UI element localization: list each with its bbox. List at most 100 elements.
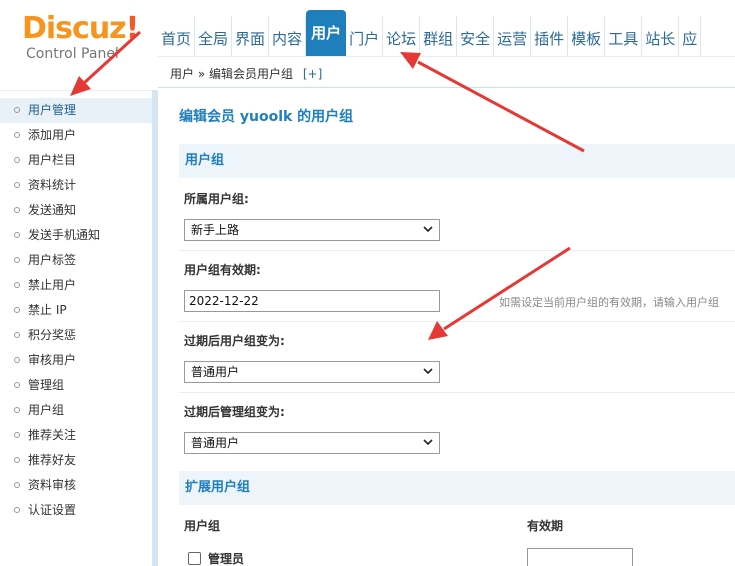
topnav-item[interactable]: 工具 [605, 16, 643, 56]
expiry-label: 用户组有效期: [184, 263, 261, 277]
topnav-item[interactable]: 运营 [494, 16, 532, 56]
sidebar-item[interactable]: 管理组 [0, 373, 152, 398]
sidebar-item[interactable]: 用户管理 [0, 98, 152, 123]
bullet-icon [14, 132, 20, 138]
topnav-item[interactable]: 内容 [269, 16, 307, 56]
bullet-icon [14, 507, 20, 513]
section-extended-header: 扩展用户组 [179, 471, 735, 505]
sidebar-item-label: 添加用户 [28, 128, 77, 142]
topnav-item[interactable]: 应 [679, 16, 702, 56]
sidebar-item-label: 禁止用户 [28, 278, 77, 292]
bullet-icon [14, 207, 20, 213]
expiry-hint: 如需设定当前用户组的有效期，请输入用户组 [499, 296, 719, 309]
sidebar-item[interactable]: 禁止 IP [0, 298, 152, 323]
sidebar-item[interactable]: 推荐好友 [0, 448, 152, 473]
sidebar-item-label: 发送手机通知 [28, 228, 101, 242]
bullet-icon [14, 457, 20, 463]
sidebar-item-label: 用户管理 [28, 103, 77, 117]
sidebar-item[interactable]: 添加用户 [0, 123, 152, 148]
after-expiry-admin-label: 过期后管理组变为: [184, 405, 285, 419]
after-expiry-group-select[interactable]: 普通用户 [184, 361, 440, 383]
topnav-item[interactable]: 模板 [568, 16, 606, 56]
usergroup-select-value: 新手上路 [191, 223, 240, 237]
sidebar-item[interactable]: 禁止用户 [0, 273, 152, 298]
sidebar-item[interactable]: 发送通知 [0, 198, 152, 223]
row-divider [179, 321, 735, 322]
sidebar-item[interactable]: 资料审核 [0, 473, 152, 498]
after-expiry-admin-select[interactable]: 普通用户 [184, 432, 440, 454]
breadcrumb-add-shortcut[interactable]: [+] [303, 67, 322, 81]
discuz-logo[interactable]: Discuz! Control Panel [22, 11, 139, 68]
sidebar-item[interactable]: 资料统计 [0, 173, 152, 198]
bullet-icon [14, 407, 20, 413]
ext-col-validity: 有效期 [527, 519, 564, 533]
logo-brand: Discuz! [22, 11, 139, 46]
ext-col-usergroup: 用户组 [184, 519, 221, 533]
bullet-icon [14, 182, 20, 188]
breadcrumb-bar: 用户 » 编辑会员用户组 [+] [158, 56, 735, 88]
chevron-down-icon [423, 368, 433, 375]
sidebar-item[interactable]: 用户标签 [0, 248, 152, 273]
sidebar-item[interactable]: 审核用户 [0, 348, 152, 373]
sidebar-item-label: 禁止 IP [28, 303, 67, 317]
topnav-item[interactable]: 论坛 [383, 16, 421, 56]
sidebar: 用户管理添加用户用户栏目资料统计发送通知发送手机通知 用户标签禁止用户禁止 IP 积… [0, 90, 152, 566]
sidebar-item[interactable]: 用户组 [0, 398, 152, 423]
bullet-icon [14, 257, 20, 263]
page-title: 编辑会员 yuoolk 的用户组 [179, 109, 354, 125]
sidebar-item-label: 资料审核 [28, 478, 77, 492]
breadcrumb-root[interactable]: 用户 [170, 67, 194, 81]
after-expiry-group-label: 过期后用户组变为: [184, 334, 285, 348]
topnav-item[interactable]: 全局 [195, 16, 233, 56]
topnav-item[interactable]: 首页 [158, 16, 196, 56]
breadcrumb-current: 编辑会员用户组 [209, 67, 294, 81]
sidebar-item[interactable]: 认证设置 [0, 498, 152, 523]
sidebar-item[interactable]: 用户栏目 [0, 148, 152, 173]
sidebar-item[interactable]: 发送手机通知 [0, 223, 152, 248]
bullet-icon [14, 432, 20, 438]
main-content: 编辑会员 yuoolk 的用户组 用户组 所属用户组: 新手上路 用户组有效期:… [163, 90, 735, 566]
sidebar-item-label: 推荐好友 [28, 453, 77, 467]
topnav-item[interactable]: 安全 [457, 16, 495, 56]
sidebar-scroll-rail[interactable] [152, 90, 158, 566]
breadcrumb-separator: » [197, 67, 206, 81]
sidebar-item-label: 发送通知 [28, 203, 77, 217]
sidebar-item[interactable]: 积分奖惩 [0, 323, 152, 348]
logo-subtitle: Control Panel [26, 46, 119, 62]
after-expiry-group-value: 普通用户 [191, 365, 240, 379]
chevron-down-icon [423, 439, 433, 446]
usergroup-select[interactable]: 新手上路 [184, 219, 440, 241]
sidebar-item[interactable]: 推荐关注 [0, 423, 152, 448]
sidebar-divider [0, 90, 152, 98]
breadcrumb: 用户 » 编辑会员用户组 [+] [170, 65, 322, 82]
topnav-item[interactable]: 站长 [642, 16, 680, 56]
topnav-item[interactable]: 门户 [346, 16, 384, 56]
topnav-item[interactable]: 群组 [420, 16, 458, 56]
sidebar-item-label: 认证设置 [28, 503, 77, 517]
bullet-icon [14, 332, 20, 338]
group-label: 所属用户组: [184, 192, 249, 206]
bullet-icon [14, 357, 20, 363]
topnav-item[interactable]: 用户 [306, 10, 347, 56]
expiry-date-input[interactable]: 2022-12-22 [184, 290, 440, 312]
sidebar-menu: 用户管理添加用户用户栏目资料统计发送通知发送手机通知 用户标签禁止用户禁止 IP 积… [0, 98, 152, 523]
bullet-icon [14, 107, 20, 113]
sidebar-item-label: 用户标签 [28, 253, 77, 267]
admin-group-checkbox[interactable] [188, 552, 201, 565]
bullet-icon [14, 307, 20, 313]
sidebar-item-label: 推荐关注 [28, 428, 77, 442]
bullet-icon [14, 232, 20, 238]
topnav-item[interactable]: 界面 [232, 16, 270, 56]
admin-group-validity-input[interactable] [527, 548, 633, 566]
top-navigation: 首页 全局 界面 内容 用户 门户 论坛 群组 安全 运营 插件 模板 工具 站长应 [158, 10, 702, 56]
sidebar-item-label: 用户栏目 [28, 153, 77, 167]
header: Discuz! Control Panel 首页 全局 界面 内容 用户 门户 论坛 群组 安全… [0, 0, 735, 100]
bullet-icon [14, 157, 20, 163]
row-divider [179, 392, 735, 393]
topnav-item[interactable]: 插件 [531, 16, 569, 56]
sidebar-item-label: 资料统计 [28, 178, 77, 192]
bullet-icon [14, 282, 20, 288]
row-divider [179, 250, 735, 251]
sidebar-item-label: 管理组 [28, 378, 65, 392]
sidebar-item-label: 用户组 [28, 403, 65, 417]
